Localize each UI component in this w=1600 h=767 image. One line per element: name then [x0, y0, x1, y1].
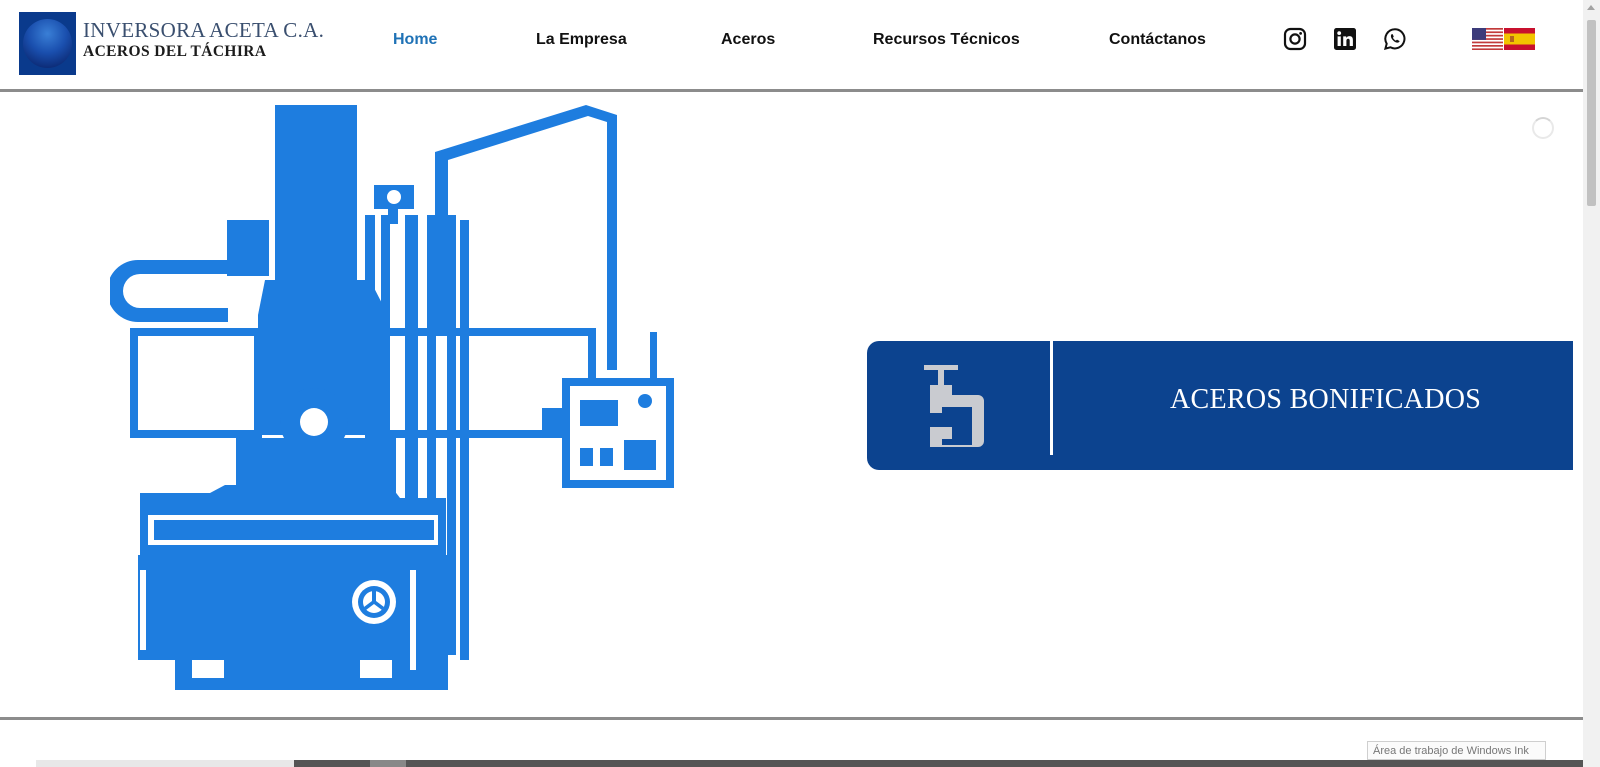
scroll-up-icon[interactable]	[1587, 5, 1595, 10]
banner-title: ACEROS BONIFICADOS	[1170, 384, 1482, 415]
page-scrollbar[interactable]	[1583, 0, 1600, 767]
aceros-bonificados-banner[interactable]: ACEROS BONIFICADOS	[867, 341, 1573, 470]
header-divider	[0, 89, 1583, 92]
scrollbar-thumb[interactable]	[1587, 20, 1596, 206]
nav-item-la-empresa[interactable]: La Empresa	[536, 31, 627, 49]
taskbar-strip	[36, 760, 1583, 767]
spain-flag-icon[interactable]	[1504, 28, 1535, 50]
loading-spinner-icon	[1532, 117, 1554, 139]
vertical-lathe-illustration	[110, 105, 674, 690]
section-divider	[0, 717, 1583, 720]
whatsapp-icon[interactable]	[1383, 27, 1407, 51]
brand-subtitle[interactable]: ACEROS DEL TÁCHIRA	[83, 43, 266, 61]
nav-item-recursos-tecnicos[interactable]: Recursos Técnicos	[873, 31, 1020, 49]
us-flag-icon[interactable]	[1472, 28, 1503, 50]
site-header: INVERSORA ACETA C.A. ACEROS DEL TÁCHIRA …	[0, 0, 1583, 89]
nav-item-home[interactable]: Home	[393, 31, 437, 49]
instagram-icon[interactable]	[1283, 27, 1307, 51]
clamp-icon	[924, 365, 984, 447]
linkedin-icon[interactable]	[1333, 27, 1357, 51]
brand-name[interactable]: INVERSORA ACETA C.A.	[83, 18, 324, 43]
nav-item-aceros[interactable]: Aceros	[721, 31, 775, 49]
banner-divider	[1050, 341, 1053, 455]
windows-ink-tooltip: Área de trabajo de Windows Ink	[1367, 741, 1546, 760]
nav-item-contactanos[interactable]: Contáctanos	[1109, 31, 1206, 49]
logo-icon[interactable]	[19, 12, 76, 75]
